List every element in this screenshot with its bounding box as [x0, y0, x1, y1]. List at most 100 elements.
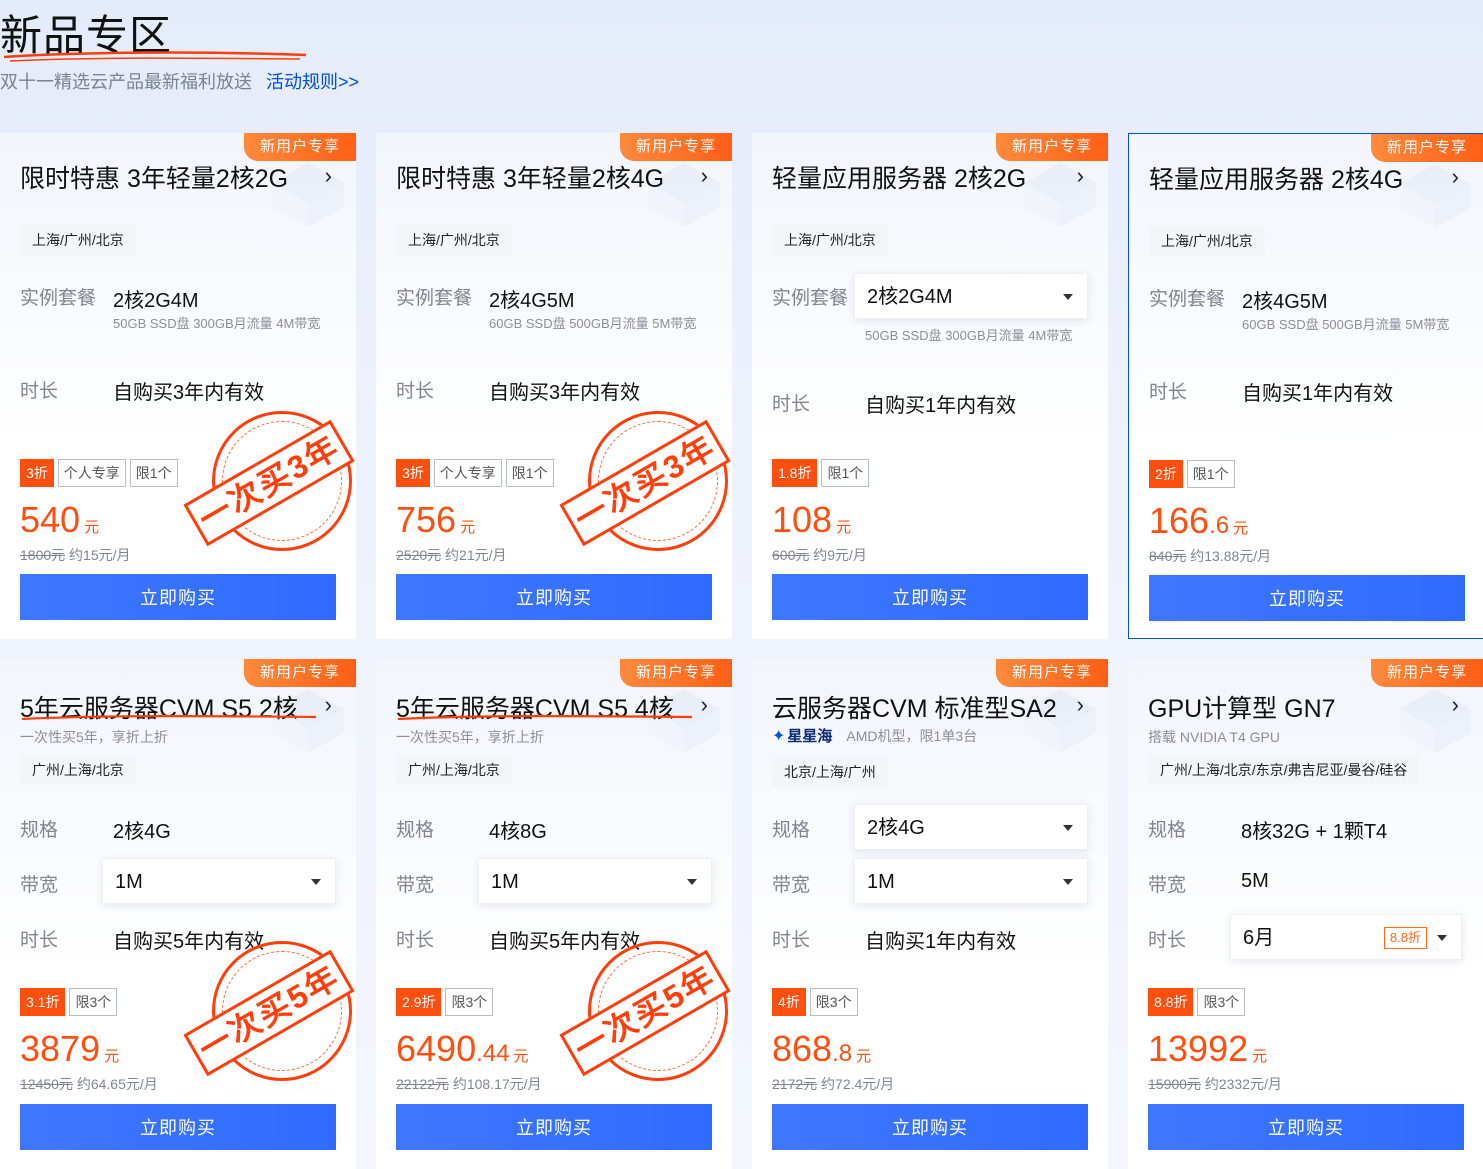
tag-list: 3折 个人专享 限1个 [20, 459, 178, 487]
duration-value: 自购买1年内有效 [865, 931, 1017, 953]
buy-now-button[interactable]: 立即购买 [396, 1104, 712, 1150]
buy-now-button[interactable]: 立即购买 [1149, 575, 1465, 621]
price-integer: 108 [772, 499, 833, 540]
spec-label: 实例套餐 [1149, 289, 1226, 310]
name-underline-scribble [21, 715, 317, 721]
product-card: 新用户专享 限时特惠 3年轻量2核2G › 上海/广州/北京 实例套餐 2核2G… [0, 133, 356, 639]
buy-now-button[interactable]: 立即购买 [20, 1104, 336, 1150]
new-user-badge: 新用户专享 [620, 659, 732, 687]
chevron-right-icon[interactable]: › [701, 692, 708, 718]
price-integer: 166 [1149, 500, 1210, 541]
bandwidth-select[interactable]: 1M [102, 858, 336, 904]
spec-value: 2核4G [113, 821, 171, 843]
product-name[interactable]: 轻量应用服务器 2核4G [1149, 160, 1403, 196]
duration-label: 时长 [1149, 382, 1188, 403]
original-price: 840元 约13.88元/月 [1149, 546, 1271, 566]
buy-now-button[interactable]: 立即购买 [20, 574, 336, 620]
star-logo-icon: ✦ [772, 727, 786, 745]
monthly-price: 约9元/月 [813, 547, 867, 563]
bandwidth-label: 带宽 [1148, 875, 1187, 896]
product-name[interactable]: 轻量应用服务器 2核2G [772, 159, 1026, 195]
bandwidth-label: 带宽 [396, 875, 435, 896]
buy-now-button[interactable]: 立即购买 [772, 1104, 1088, 1150]
chevron-down-icon [687, 879, 697, 885]
duration-value: 自购买3年内有效 [113, 382, 265, 404]
product-subtitle: 一次性买5年，享折上折 [20, 729, 168, 745]
product-card: 新用户专享 云服务器CVM 标准型SA2 › ✦ 星星海 AMD机型，限1单3台… [752, 659, 1108, 1169]
chevron-right-icon[interactable]: › [1077, 692, 1084, 718]
price-integer: 3879 [20, 1028, 101, 1069]
chevron-right-icon[interactable]: › [325, 692, 332, 718]
duration-select-value: 6月 [1243, 927, 1275, 949]
chevron-right-icon[interactable]: › [1077, 163, 1084, 189]
region-tag: 北京/上海/广州 [772, 757, 888, 787]
duration-value: 自购买1年内有效 [1242, 383, 1394, 405]
spec-desc: 60GB SSD盘 500GB月流量 5M带宽 [1242, 317, 1450, 332]
price-unit: 元 [513, 1048, 529, 1065]
product-subtitle: 搭载 NVIDIA T4 GPU [1148, 729, 1280, 745]
price: 3879 元 [20, 1028, 119, 1070]
original-price-value: 22122元 [396, 1076, 449, 1092]
duration-select[interactable]: 6月 8.8折 [1230, 914, 1462, 960]
bandwidth-value: 5M [1241, 870, 1269, 892]
discount-tag: 3折 [396, 459, 430, 487]
tag-list: 1.8折 限1个 [772, 459, 870, 487]
spec-select[interactable]: 2核4G [854, 804, 1088, 850]
original-price-value: 12450元 [20, 1076, 73, 1092]
spec-label: 规格 [772, 820, 811, 841]
buy-now-button[interactable]: 立即购买 [1148, 1104, 1464, 1150]
buy-now-button[interactable]: 立即购买 [396, 574, 712, 620]
price-unit: 元 [856, 1048, 872, 1065]
price-decimal: .44 [476, 1040, 510, 1067]
spec-desc: 50GB SSD盘 300GB月流量 4M带宽 [113, 316, 321, 331]
bandwidth-select[interactable]: 1M [854, 858, 1088, 904]
spec-label: 规格 [1148, 820, 1187, 841]
original-price-value: 15900元 [1148, 1076, 1201, 1092]
spec-select-value: 2核2G4M [867, 286, 953, 308]
spec-label: 实例套餐 [772, 288, 849, 309]
new-user-badge: 新用户专享 [996, 133, 1108, 161]
discount-tag: 4折 [772, 988, 806, 1016]
price-integer: 13992 [1148, 1028, 1249, 1069]
bandwidth-select[interactable]: 1M [478, 858, 712, 904]
product-card: 新用户专享 轻量应用服务器 2核2G › 上海/广州/北京 实例套餐 2核2G4… [752, 133, 1108, 639]
bandwidth-select-value: 1M [867, 871, 895, 893]
tag-list: 2折 限1个 [1149, 460, 1235, 488]
buy-now-button[interactable]: 立即购买 [772, 574, 1088, 620]
product-name[interactable]: GPU计算型 GN7 [1148, 689, 1336, 725]
product-name[interactable]: 限时特惠 3年轻量2核2G [20, 159, 288, 195]
chevron-right-icon[interactable]: › [1452, 164, 1459, 190]
new-user-badge: 新用户专享 [1371, 134, 1483, 162]
original-price: 1800元 约15元/月 [20, 545, 131, 565]
duration-value: 自购买5年内有效 [489, 931, 641, 953]
duration-label: 时长 [396, 381, 435, 402]
chevron-down-icon [1437, 935, 1447, 941]
chevron-right-icon[interactable]: › [325, 163, 332, 189]
chevron-right-icon[interactable]: › [701, 163, 708, 189]
price: 756 元 [396, 499, 475, 541]
monthly-price: 约72.4元/月 [821, 1076, 895, 1092]
chevron-right-icon[interactable]: › [1452, 692, 1459, 718]
spec-select-value: 2核4G [867, 817, 925, 839]
price: 6490.44 元 [396, 1028, 528, 1070]
new-user-badge: 新用户专享 [1371, 659, 1483, 687]
rules-link[interactable]: 活动规则>> [266, 68, 359, 94]
product-name[interactable]: 云服务器CVM 标准型SA2 [772, 689, 1057, 725]
price-integer: 540 [20, 499, 81, 540]
discount-tag: 3.1折 [20, 988, 66, 1016]
spec-select[interactable]: 2核2G4M [854, 273, 1088, 319]
product-subtitle: 一次性买5年，享折上折 [396, 729, 544, 745]
section-subtitle: 双十一精选云产品最新福利放送 [0, 72, 252, 92]
price-integer: 756 [396, 499, 457, 540]
price-decimal: .8 [832, 1040, 853, 1067]
chevron-down-icon [1063, 879, 1073, 885]
duration-label: 时长 [772, 394, 811, 415]
monthly-price: 约64.65元/月 [76, 1076, 158, 1092]
product-name[interactable]: 限时特惠 3年轻量2核4G [396, 159, 664, 195]
duration-label: 时长 [1148, 930, 1187, 951]
chevron-down-icon [311, 879, 321, 885]
new-user-badge: 新用户专享 [244, 659, 356, 687]
chevron-down-icon [1063, 294, 1073, 300]
product-card: 新用户专享 GPU计算型 GN7 › 搭载 NVIDIA T4 GPU 广州/上… [1128, 659, 1483, 1169]
spec-label: 实例套餐 [20, 288, 97, 309]
